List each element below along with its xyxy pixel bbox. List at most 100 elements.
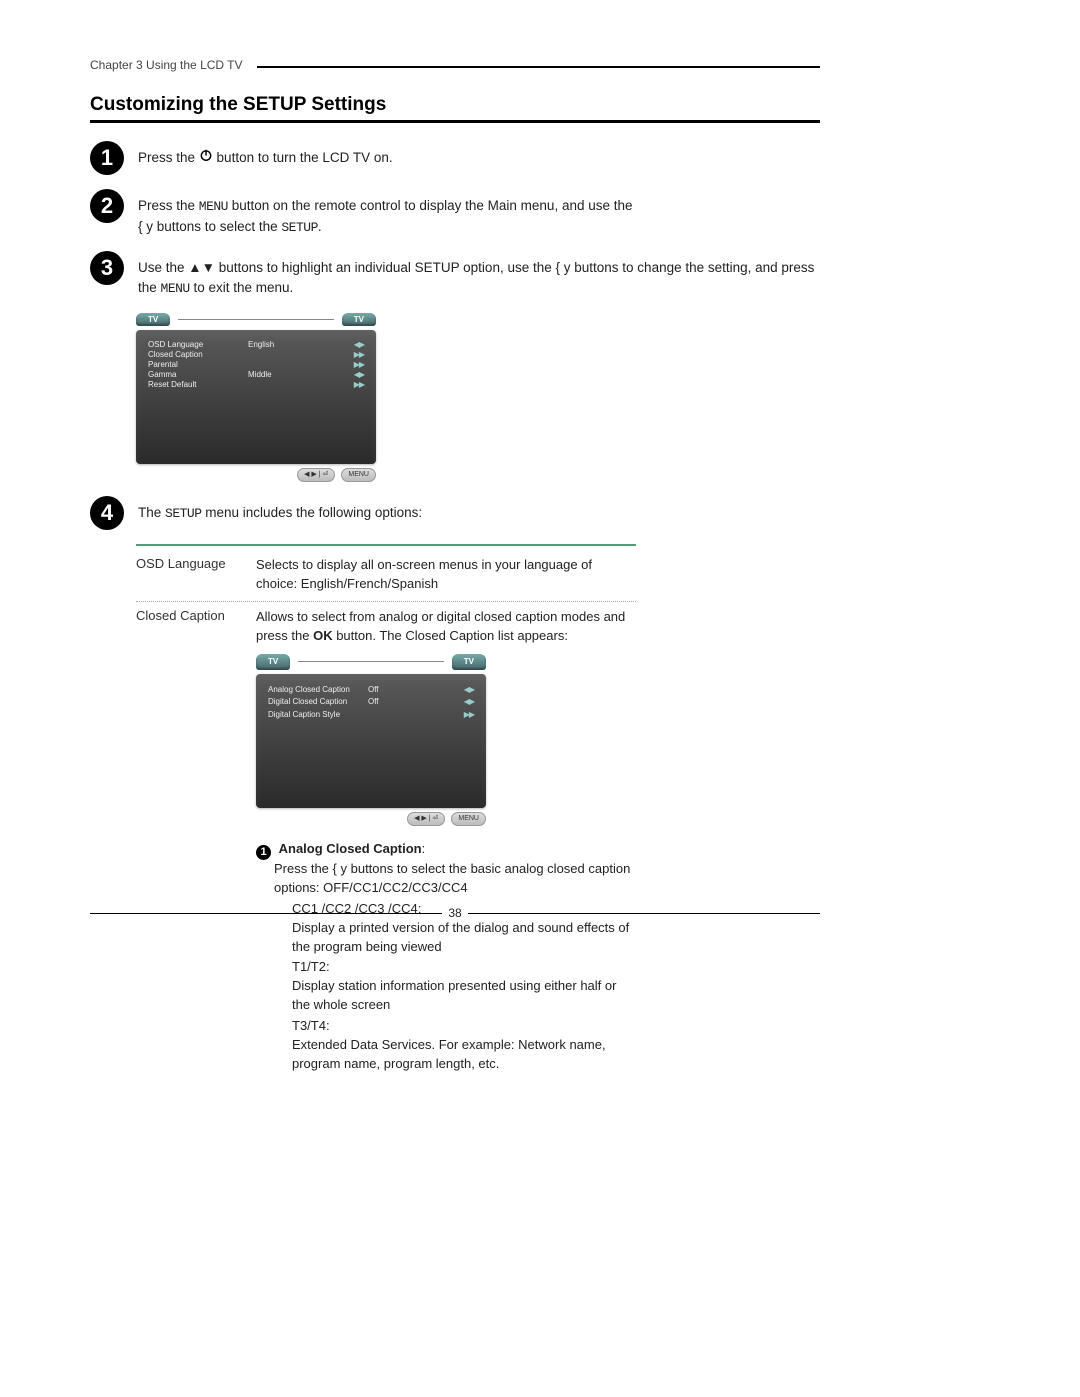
osd-row: Closed Caption ▶▶ <box>148 350 364 359</box>
option-osd-language: OSD Language Selects to display all on-s… <box>136 550 636 602</box>
text: button. The Closed Caption list appears: <box>333 628 568 643</box>
osd-row: Digital Caption Style ▶▶ <box>268 709 474 721</box>
step-bullet-2: 2 <box>90 189 124 223</box>
osd-row-arrow-icon: ◀▶ <box>354 340 364 349</box>
osd-row: Parental ▶▶ <box>148 360 364 369</box>
page-header: Chapter 3 Using the LCD TV <box>90 58 820 72</box>
page-title: Customizing the SETUP Settings <box>90 94 820 116</box>
text: buttons to select the <box>153 219 281 234</box>
step-1: 1 Press the button to turn the LCD TV on… <box>90 141 820 175</box>
setup-key: SETUP <box>165 506 202 521</box>
arrow-keys-icon: { y <box>556 260 571 275</box>
osd-row: GammaMiddle ◀▶ <box>148 370 364 379</box>
option-name: OSD Language <box>136 556 256 594</box>
arrow-keys-icon: { y <box>333 861 347 876</box>
osd-row-value: Off <box>368 684 428 696</box>
osd-row: Reset Default ▶▶ <box>148 380 364 389</box>
osd-row-label: Closed Caption <box>148 350 248 359</box>
step-2-text: Press the MENU button on the remote cont… <box>138 189 633 237</box>
osd-cc-screenshot: TV TV Analog Closed CaptionOff◀▶Digital … <box>256 654 486 826</box>
chapter-label: Chapter 3 Using the LCD TV <box>90 58 243 72</box>
text: button to turn the LCD TV on. <box>217 150 393 165</box>
section-rule <box>136 544 636 546</box>
power-icon <box>199 148 213 168</box>
analog-cc-heading: Analog Closed Caption <box>279 841 422 856</box>
text: Press the <box>274 861 333 876</box>
text: Press the <box>138 150 199 165</box>
step-3: 3 Use the ▲▼ buttons to highlight an ind… <box>90 251 820 299</box>
page-number: 38 <box>442 906 467 920</box>
option-desc: Allows to select from analog or digital … <box>256 608 636 1073</box>
osd-row-arrow-icon: ◀▶ <box>464 684 474 696</box>
osd-row-arrow-icon: ◀▶ <box>354 370 364 379</box>
step-1-text: Press the button to turn the LCD TV on. <box>138 141 393 169</box>
step-2: 2 Press the MENU button on the remote co… <box>90 189 820 237</box>
text: . <box>318 219 322 234</box>
osd-row-label: Digital Closed Caption <box>268 696 368 708</box>
setup-key: SETUP <box>281 220 318 235</box>
osd-row-label: Analog Closed Caption <box>268 684 368 696</box>
osd-row-arrow-icon: ▶▶ <box>354 350 364 359</box>
osd-row: Analog Closed CaptionOff ◀▶ <box>268 684 474 696</box>
osd-row-value: English <box>248 340 308 349</box>
osd-setup-screenshot: TV TV OSD LanguageEnglish◀▶Closed Captio… <box>136 313 376 482</box>
osd-nav-pill: ◀ ▶ | ⏎ <box>297 468 335 482</box>
options-table: OSD Language Selects to display all on-s… <box>136 550 636 1082</box>
step-bullet-3: 3 <box>90 251 124 285</box>
menu-key: MENU <box>199 199 228 214</box>
osd-body: OSD LanguageEnglish◀▶Closed Caption▶▶Par… <box>136 330 376 464</box>
page-footer: 38 <box>90 906 820 920</box>
t34-desc: Extended Data Services. For example: Net… <box>292 1037 606 1071</box>
osd-row-label: OSD Language <box>148 340 248 349</box>
osd-row-label: Reset Default <box>148 380 248 389</box>
osd-nav-pill: ◀ ▶ | ⏎ <box>407 812 445 826</box>
osd-tab: TV <box>342 313 376 326</box>
osd-menu-pill: MENU <box>341 468 376 482</box>
osd-tab: TV <box>256 654 290 670</box>
step-3-text: Use the ▲▼ buttons to highlight an indiv… <box>138 251 820 299</box>
text: Use the <box>138 260 188 275</box>
t12-desc: Display station information presented us… <box>292 978 616 1012</box>
osd-row-arrow-icon: ▶▶ <box>354 360 364 369</box>
option-name: Closed Caption <box>136 608 256 1073</box>
footer-rule <box>90 913 442 914</box>
text: button on the remote control to display … <box>228 198 633 213</box>
text: buttons to highlight an individual SETUP… <box>215 260 555 275</box>
step-4-text: The SETUP menu includes the following op… <box>138 496 422 524</box>
option-closed-caption: Closed Caption Allows to select from ana… <box>136 601 636 1081</box>
osd-row-label: Gamma <box>148 370 248 379</box>
osd-row-label: Parental <box>148 360 248 369</box>
text: to exit the menu. <box>190 280 294 295</box>
osd-row-value: Middle <box>248 370 308 379</box>
step-bullet-4: 4 <box>90 496 124 530</box>
osd-row-label: Digital Caption Style <box>268 709 368 721</box>
osd-row-arrow-icon: ▶▶ <box>354 380 364 389</box>
analog-cc-section: 1 Analog Closed Caption: Press the { y b… <box>256 840 636 1074</box>
t12-label: T1/T2: <box>292 959 330 974</box>
osd-row-arrow-icon: ◀▶ <box>464 696 474 708</box>
text: menu includes the following options: <box>202 505 423 520</box>
step-bullet-1: 1 <box>90 141 124 175</box>
step-4: 4 The SETUP menu includes the following … <box>90 496 820 530</box>
text: The <box>138 505 165 520</box>
t34-label: T3/T4: <box>292 1018 330 1033</box>
title-rule <box>90 120 820 123</box>
up-down-icon: ▲▼ <box>188 260 215 275</box>
osd-row: Digital Closed CaptionOff ◀▶ <box>268 696 474 708</box>
ok-key: OK <box>313 628 333 643</box>
header-rule <box>257 66 820 68</box>
osd-menu-pill: MENU <box>451 812 486 826</box>
osd-tab: TV <box>136 313 170 326</box>
menu-key: MENU <box>161 281 190 296</box>
sub-bullet-1: 1 <box>256 845 271 860</box>
osd-row: OSD LanguageEnglish ◀▶ <box>148 340 364 349</box>
arrow-keys-icon: { y <box>138 219 153 234</box>
cc14-desc: Display a printed version of the dialog … <box>292 920 629 954</box>
osd-body: Analog Closed CaptionOff◀▶Digital Closed… <box>256 674 486 808</box>
osd-row-value: Off <box>368 696 428 708</box>
option-desc: Selects to display all on-screen menus i… <box>256 556 636 594</box>
osd-tab: TV <box>452 654 486 670</box>
osd-row-arrow-icon: ▶▶ <box>464 709 474 721</box>
footer-rule <box>468 913 820 914</box>
text: Press the <box>138 198 199 213</box>
